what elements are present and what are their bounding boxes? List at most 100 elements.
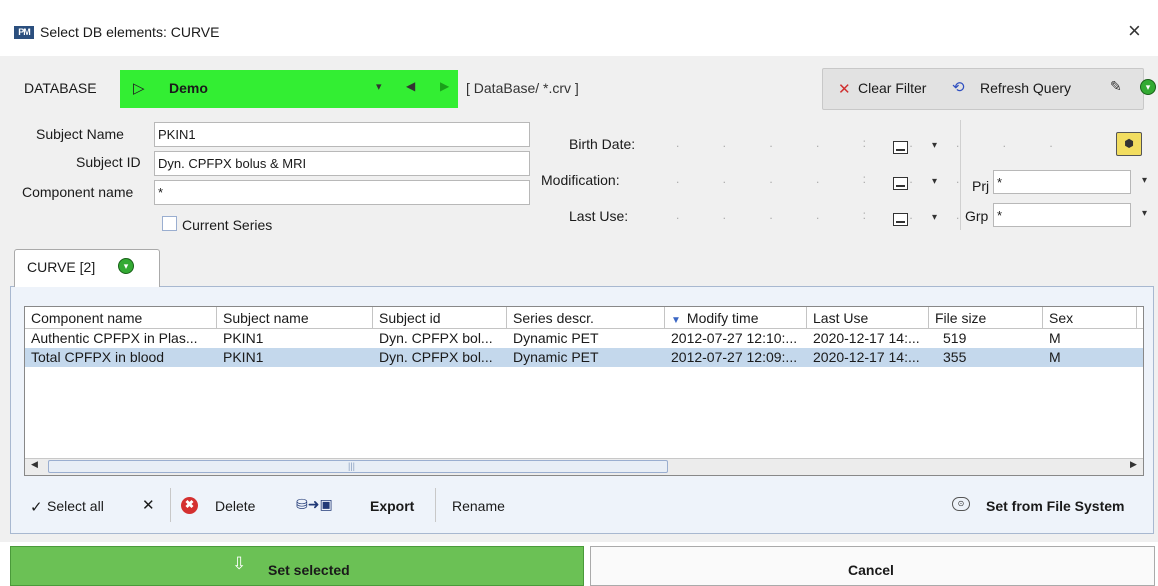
column-header[interactable]: Subject id xyxy=(373,307,507,329)
column-header-label: Subject id xyxy=(379,310,441,326)
divider xyxy=(960,120,961,230)
calendar-icon[interactable] xyxy=(893,177,908,190)
table-header: Component name Subject name Subject id Seri… xyxy=(25,307,1143,329)
table-cell: 2020-12-17 14:... xyxy=(813,330,920,346)
clear-filter-button[interactable]: Clear Filter xyxy=(858,80,926,96)
table-cell: Total CPFPX in blood xyxy=(31,349,165,365)
table-cell: PKIN1 xyxy=(223,330,264,346)
column-header[interactable]: File size xyxy=(929,307,1043,329)
group-field[interactable]: * xyxy=(993,203,1131,227)
scroll-left-icon[interactable]: ◀ xyxy=(31,459,38,470)
dropdown-arrow-icon[interactable]: ▾ xyxy=(1142,208,1147,219)
table-cell: Dyn. CPFPX bol... xyxy=(379,349,493,365)
column-header[interactable]: ▼ Modify time xyxy=(665,307,807,329)
column-header-label: Component name xyxy=(31,310,143,326)
table-cell: 519 xyxy=(943,330,967,346)
scroll-thumb[interactable] xyxy=(48,460,668,473)
dropdown-arrow-icon[interactable]: ▾ xyxy=(932,176,937,187)
file-system-icon[interactable]: ⊙ xyxy=(952,497,970,511)
color-palette-icon[interactable]: ⬢ xyxy=(1116,132,1142,156)
project-field[interactable]: * xyxy=(993,170,1131,194)
expand-icon[interactable]: ▾ xyxy=(1140,79,1156,95)
sort-descending-icon[interactable]: ▼ xyxy=(671,315,681,326)
previous-icon[interactable]: ◀ xyxy=(406,79,415,93)
column-header[interactable]: Component name xyxy=(25,307,217,329)
table-cell: Dynamic PET xyxy=(513,330,599,346)
select-all-button[interactable]: Select all xyxy=(47,498,104,514)
dropdown-arrow-icon[interactable]: ▾ xyxy=(1142,175,1147,186)
subject-id-label: Subject ID xyxy=(76,154,141,170)
table-cell: 19 xyxy=(1137,329,1143,348)
column-header[interactable]: B xyxy=(1137,307,1143,329)
subject-name-label: Subject Name xyxy=(36,126,124,142)
cancel-label[interactable]: Cancel xyxy=(848,562,894,578)
table-cell: M xyxy=(1049,349,1061,365)
scroll-right-icon[interactable]: ▶ xyxy=(1130,459,1137,470)
export-icon[interactable]: ⛁➜▣ xyxy=(296,496,333,513)
column-header-label: Sex xyxy=(1049,310,1074,326)
database-name: Demo xyxy=(169,80,208,96)
modification-label: Modification: xyxy=(541,172,620,188)
dropdown-arrow-icon[interactable]: ▾ xyxy=(376,80,382,93)
refresh-icon[interactable]: ⟲ xyxy=(952,78,965,96)
current-series-label[interactable]: Current Series xyxy=(182,217,272,233)
table-cell: 2012-07-27 12:10:... xyxy=(671,330,798,346)
subject-id-field[interactable]: Dyn. CPFPX bolus & MRI xyxy=(154,151,530,176)
component-name-label: Component name xyxy=(22,184,134,200)
divider xyxy=(170,488,171,522)
export-button[interactable]: Export xyxy=(370,498,414,514)
refresh-query-button[interactable]: Refresh Query xyxy=(980,80,1071,96)
column-header[interactable]: Series descr. xyxy=(507,307,665,329)
column-header-label: Subject name xyxy=(223,310,309,326)
column-header[interactable]: Subject name xyxy=(217,307,373,329)
calendar-icon[interactable] xyxy=(893,141,908,154)
window-title: Select DB elements: CURVE xyxy=(40,24,220,40)
database-selector[interactable] xyxy=(120,70,366,108)
results-table: Component name Subject name Subject id Seri… xyxy=(24,306,1144,476)
play-icon: ▷ xyxy=(133,80,145,97)
table-cell: Authentic CPFPX in Plas... xyxy=(31,330,198,346)
app-icon: PM xyxy=(14,26,34,39)
close-icon[interactable]: × xyxy=(1128,20,1141,42)
next-icon[interactable]: ▶ xyxy=(440,79,449,93)
set-selected-label[interactable]: Set selected xyxy=(268,562,350,578)
project-label: Prj xyxy=(972,178,990,194)
table-cell: 2012-07-27 12:09:... xyxy=(671,349,798,365)
column-header-label: Modify time xyxy=(686,310,759,326)
birth-date-field[interactable]: . . . . : . . . . xyxy=(676,136,1073,150)
table-row[interactable]: Total CPFPX in blood PKIN1 Dyn. CPFPX bol.… xyxy=(25,348,1143,367)
edit-query-icon[interactable]: ✎ xyxy=(1110,78,1122,95)
deselect-icon[interactable]: ✕ xyxy=(142,496,155,514)
tab-label[interactable]: CURVE [2] xyxy=(27,259,95,275)
current-series-checkbox[interactable] xyxy=(162,216,177,231)
last-use-label: Last Use: xyxy=(569,208,629,224)
set-from-file-system-button[interactable]: Set from File System xyxy=(986,498,1125,514)
table-cell: Dyn. CPFPX bol... xyxy=(379,330,493,346)
table-cell: 2020-12-17 14:... xyxy=(813,349,920,365)
download-arrow-icon[interactable]: ⇩ xyxy=(232,554,246,574)
calendar-icon[interactable] xyxy=(893,213,908,226)
table-cell: 19 xyxy=(1137,348,1143,367)
subject-name-field[interactable]: PKIN1 xyxy=(154,122,530,147)
delete-icon[interactable]: ✖ xyxy=(181,497,198,514)
column-header[interactable]: Sex xyxy=(1043,307,1137,329)
component-name-field[interactable]: * xyxy=(154,180,530,205)
birth-date-label: Birth Date: xyxy=(569,136,636,152)
group-label: Grp xyxy=(965,208,989,224)
clear-filter-icon[interactable]: ✕ xyxy=(838,80,851,98)
expand-icon[interactable]: ▾ xyxy=(118,258,134,274)
column-header-label: Series descr. xyxy=(513,310,594,326)
database-label: DATABASE xyxy=(24,80,97,96)
column-header-label: Last Use xyxy=(813,310,869,326)
dropdown-arrow-icon[interactable]: ▾ xyxy=(932,140,937,151)
column-header[interactable]: Last Use xyxy=(807,307,929,329)
check-icon[interactable]: ✓ xyxy=(30,498,43,516)
database-path: [ DataBase/ *.crv ] xyxy=(466,80,579,96)
rename-button[interactable]: Rename xyxy=(452,498,505,514)
dropdown-arrow-icon[interactable]: ▾ xyxy=(932,212,937,223)
table-cell: Dynamic PET xyxy=(513,349,599,365)
table-row[interactable]: Authentic CPFPX in Plas... PKIN1 Dyn. CPFP… xyxy=(25,329,1143,348)
grip-icon: ||| xyxy=(348,461,356,471)
divider xyxy=(435,488,436,522)
delete-button[interactable]: Delete xyxy=(215,498,255,514)
